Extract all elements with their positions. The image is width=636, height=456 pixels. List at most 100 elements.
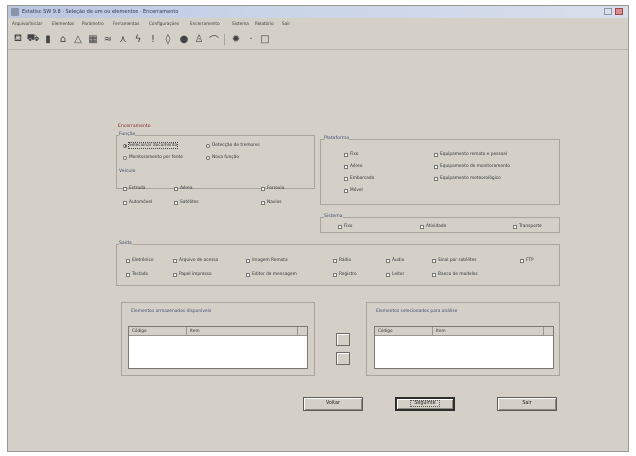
check-automovel[interactable]: Automóvel xyxy=(123,199,152,206)
check-equip-monitoramento[interactable]: Equipamento de monitoramento xyxy=(434,163,510,170)
radio-nova-funcao[interactable]: Nova função xyxy=(206,154,239,161)
check-label: Imagem Remota xyxy=(252,258,288,263)
check-leitor[interactable]: Leitor xyxy=(386,271,404,278)
check-navios[interactable]: Navios xyxy=(261,199,281,206)
column-header-item[interactable]: Item xyxy=(187,327,298,335)
move-left-button[interactable] xyxy=(336,352,350,365)
menu-closing[interactable]: Encerramento xyxy=(190,21,220,26)
window-title: Estatisc SW 9.8 · Seleção de um ou eleme… xyxy=(22,9,179,15)
selected-elements-list[interactable]: Código Item xyxy=(374,326,554,369)
lightning-icon[interactable]: ϟ xyxy=(132,33,144,45)
wave-icon[interactable]: ≈ xyxy=(102,33,114,45)
check-banco-modelos[interactable]: Banco de modelos xyxy=(432,271,478,278)
check-sinal-satelites[interactable]: Sinal por satélites xyxy=(432,257,476,264)
checkbox xyxy=(174,186,178,191)
check-ftp[interactable]: FTP xyxy=(520,257,534,264)
check-movel[interactable]: Móvel xyxy=(344,187,363,194)
menu-config[interactable]: Configurações xyxy=(149,21,179,26)
check-label: Rádio xyxy=(339,258,352,263)
check-audio[interactable]: Áudio xyxy=(386,257,404,264)
checkbox xyxy=(261,200,265,205)
checkbox xyxy=(344,164,348,169)
menu-parameters[interactable]: Parâmetro xyxy=(82,21,104,26)
back-button[interactable]: Voltar xyxy=(303,397,363,411)
available-elements-list[interactable]: Código Item xyxy=(128,326,308,369)
check-radio[interactable]: Rádio xyxy=(333,257,351,264)
column-header-codigo[interactable]: Código xyxy=(129,327,187,335)
check-sistema-atividade[interactable]: Atividade xyxy=(420,223,446,230)
check-arquivo-acesso[interactable]: Arquivo de acesso xyxy=(173,257,218,264)
check-aereo[interactable]: Aéreo xyxy=(344,163,362,170)
square-icon[interactable]: □ xyxy=(259,33,271,45)
selection-panel: Encerramento Função Selecionar documento… xyxy=(116,124,560,384)
check-imagem-remota[interactable]: Imagem Remota xyxy=(246,257,288,264)
toolbar: ⛾ ⛟ ▮ ⌂ △ ▦ ≈ ⋏ ϟ ǃ ◊ ● ♙ ⌒ ✹ · □ xyxy=(8,30,628,50)
checkbox xyxy=(432,258,436,263)
check-equip-meteorologico[interactable]: Equipamento meteorológico xyxy=(434,175,501,182)
column-header-item[interactable]: Item xyxy=(433,327,544,335)
thermometer-icon[interactable]: ǃ xyxy=(147,33,159,45)
radio-selecionar-documento[interactable]: Selecionar documento xyxy=(123,142,179,149)
check-label: Embarcado xyxy=(350,176,375,181)
checkbox xyxy=(333,258,337,263)
gear-icon[interactable]: ✹ xyxy=(230,33,242,45)
check-papel-impresso[interactable]: Papel impresso xyxy=(173,271,212,278)
check-label: Equipamento remoto e pessoal xyxy=(440,152,508,157)
check-eletronico[interactable]: Eletrônico xyxy=(126,257,153,264)
menu-report[interactable]: Relatório xyxy=(255,21,274,26)
menu-elements[interactable]: Elementos xyxy=(52,21,74,26)
line-icon[interactable]: ⌒ xyxy=(208,33,220,47)
home-icon[interactable]: ⌂ xyxy=(57,33,69,45)
pot-icon[interactable]: ● xyxy=(178,33,190,45)
check-ferrovia[interactable]: Ferrovia xyxy=(261,185,284,192)
droplet-icon[interactable]: ◊ xyxy=(162,33,174,45)
column-header-codigo[interactable]: Código xyxy=(375,327,433,335)
radio-deteccao-tremores[interactable]: Detecção de tremores xyxy=(206,142,260,149)
radio-dot xyxy=(123,143,127,148)
bird-icon[interactable]: ⋏ xyxy=(117,33,129,45)
minimize-button[interactable] xyxy=(604,8,612,15)
check-equip-remoto[interactable]: Equipamento remoto e pessoal xyxy=(434,151,507,158)
check-label: Satélites xyxy=(180,200,199,205)
check-label: Sinal por satélites xyxy=(438,258,477,263)
check-aerea[interactable]: Aérea xyxy=(174,185,192,192)
check-sistema-transporte[interactable]: Transporte xyxy=(513,223,542,230)
check-sistema-fixo[interactable]: Fixo xyxy=(338,223,352,230)
checkbox xyxy=(173,258,177,263)
checkbox xyxy=(338,224,342,229)
check-label: Atividade xyxy=(426,224,447,229)
radio-monitoramento[interactable]: Monitoramento por fonte xyxy=(123,154,183,161)
arrow-icon[interactable]: · xyxy=(245,33,257,45)
checkbox xyxy=(246,258,250,263)
check-estrada[interactable]: Estrada xyxy=(123,185,145,192)
exit-button[interactable]: Sair xyxy=(497,397,557,411)
house-icon[interactable]: △ xyxy=(72,33,84,45)
next-button[interactable]: Seguinte xyxy=(395,397,455,411)
menu-tools[interactable]: Ferramentas xyxy=(113,21,139,26)
check-editor-mensagem[interactable]: Editor de mensagem xyxy=(246,271,297,278)
person-icon[interactable]: ♙ xyxy=(193,33,205,45)
check-fixo[interactable]: Fixo xyxy=(344,151,358,158)
check-registro[interactable]: Registro xyxy=(333,271,357,278)
building-icon[interactable]: ▦ xyxy=(87,33,99,45)
chair-icon[interactable]: ⛾ xyxy=(12,33,24,45)
checkbox xyxy=(434,176,438,181)
option-label: Detecção de tremores xyxy=(212,143,260,148)
car-icon[interactable]: ⛟ xyxy=(27,33,40,45)
menu-exit[interactable]: Sair xyxy=(282,21,290,26)
available-list-title: Elementos armazenados disponíveis xyxy=(131,309,212,314)
check-label: Aéreo xyxy=(350,164,363,169)
menu-system[interactable]: Sistema xyxy=(232,21,249,26)
move-right-button[interactable] xyxy=(336,333,350,346)
check-teclado[interactable]: Teclado xyxy=(126,271,148,278)
close-button[interactable] xyxy=(615,8,623,15)
checkbox xyxy=(513,224,517,229)
menu-file[interactable]: Arquivo/Iniciar xyxy=(12,21,42,26)
check-embarcado[interactable]: Embarcado xyxy=(344,175,374,182)
radio-dot xyxy=(206,155,210,160)
check-satelites[interactable]: Satélites xyxy=(174,199,199,206)
checkbox xyxy=(344,188,348,193)
saida-group xyxy=(116,244,560,286)
bottle-icon[interactable]: ▮ xyxy=(42,33,54,45)
check-label: Editor de mensagem xyxy=(252,272,297,277)
